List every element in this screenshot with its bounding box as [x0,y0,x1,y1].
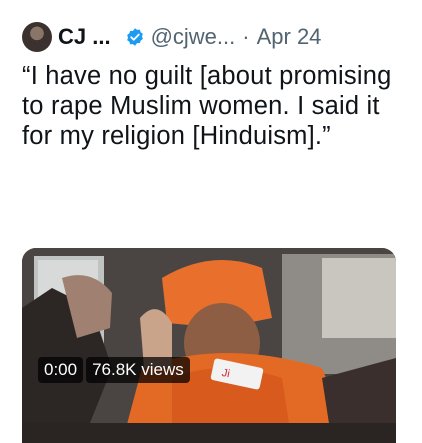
verified-badge-icon [126,28,143,46]
video-player[interactable]: Ji 0:00 76.8K views [22,248,396,443]
video-views: 76.8K views [86,357,190,383]
tweet-date[interactable]: Apr 24 [257,24,322,50]
tweet-text: “I have no guilt [about promising to rap… [22,62,392,150]
video-frame: Ji [22,248,396,443]
separator-dot: · [242,24,250,49]
tweet-card[interactable]: CJ ... @cjwe... · Apr 24 “I have no guil… [0,0,422,443]
author-handle[interactable]: @cjwe... [151,24,236,50]
avatar[interactable] [22,22,52,52]
video-time: 0:00 [38,357,84,383]
video-overlay: 0:00 76.8K views [38,357,190,383]
tweet-header: CJ ... @cjwe... · Apr 24 [22,22,321,52]
author-name[interactable]: CJ ... [58,24,111,50]
